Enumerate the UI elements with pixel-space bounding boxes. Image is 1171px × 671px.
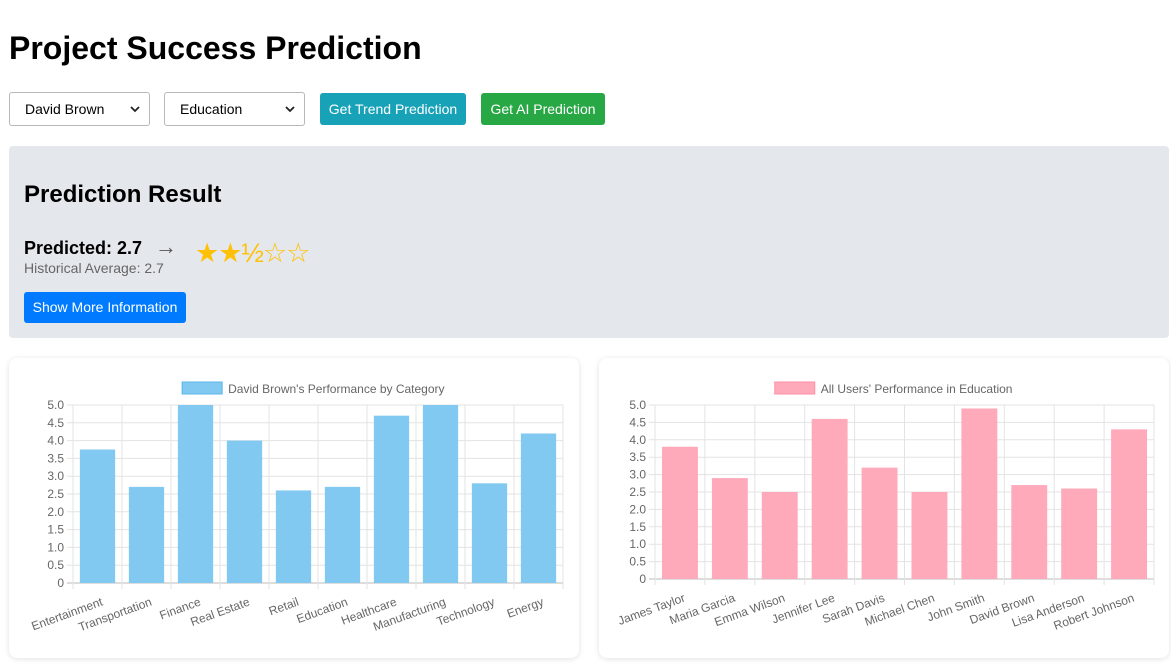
- y-tick-label: 2.5: [47, 487, 64, 501]
- chevron-down-icon: [285, 106, 295, 113]
- y-tick-label: 2.5: [629, 485, 646, 499]
- y-tick-label: 5.0: [629, 398, 646, 412]
- category-select[interactable]: Education: [164, 92, 305, 126]
- chart-bar[interactable]: [1061, 488, 1098, 579]
- y-tick-label: 4.5: [47, 416, 64, 430]
- prediction-result-heading: Prediction Result: [24, 181, 222, 208]
- chart-bar[interactable]: [226, 440, 263, 583]
- y-tick-label: 3.5: [629, 450, 646, 464]
- chart-legend-label: All Users' Performance in Education: [821, 382, 1013, 396]
- y-tick-label: 3.0: [629, 468, 646, 482]
- y-tick-label: 2.0: [629, 502, 646, 516]
- y-tick-label: 3.5: [47, 451, 64, 465]
- user-performance-chart: David Brown's Performance by Category 0 0.…: [30, 381, 564, 634]
- y-tick-label: 1.5: [629, 520, 646, 534]
- y-tick-label: 2.0: [47, 505, 64, 519]
- y-tick-label: 0.5: [47, 558, 64, 572]
- show-more-information-button[interactable]: Show More Information: [24, 292, 186, 323]
- chart-bar[interactable]: [1011, 485, 1048, 579]
- chart-bar[interactable]: [128, 486, 165, 583]
- y-tick-label: 1.0: [47, 540, 64, 554]
- chart-bar[interactable]: [373, 415, 410, 583]
- predicted-value: Predicted: 2.7: [24, 238, 143, 258]
- y-tick-label: 4.5: [629, 415, 646, 429]
- y-tick-label: 0.5: [629, 555, 646, 569]
- chart-bar[interactable]: [911, 492, 948, 579]
- category-select-value: Education: [180, 101, 243, 117]
- y-tick-label: 1.5: [47, 523, 64, 537]
- chart-bar[interactable]: [324, 486, 361, 583]
- chart-legend-swatch[interactable]: [181, 381, 223, 395]
- chart-bar[interactable]: [177, 405, 214, 583]
- y-tick-label: 1.0: [629, 537, 646, 551]
- chart-bar[interactable]: [1111, 429, 1148, 579]
- chevron-down-icon: [130, 106, 140, 113]
- historical-average: Historical Average: 2.7: [24, 260, 164, 276]
- get-trend-prediction-button[interactable]: Get Trend Prediction: [320, 93, 466, 125]
- user-performance-chart-card: David Brown's Performance by Category 0 0.…: [9, 358, 579, 658]
- chart-bar[interactable]: [811, 418, 848, 579]
- category-performance-chart: All Users' Performance in Education 0 0.5 1…: [616, 381, 1155, 633]
- user-select[interactable]: David Brown: [9, 92, 150, 126]
- trend-arrow-icon: →: [155, 234, 177, 259]
- user-select-value: David Brown: [25, 101, 105, 117]
- get-ai-prediction-button[interactable]: Get AI Prediction: [481, 93, 605, 125]
- y-tick-label: 4.0: [629, 433, 646, 447]
- chart-bar[interactable]: [422, 405, 459, 583]
- chart-legend-label: David Brown's Performance by Category: [228, 382, 444, 396]
- x-tick-label: Energy: [505, 595, 546, 621]
- y-tick-label: 0: [639, 572, 646, 586]
- y-tick-label: 3.0: [47, 469, 64, 483]
- category-performance-chart-card: All Users' Performance in Education 0 0.5 1…: [599, 358, 1169, 658]
- chart-bar[interactable]: [661, 446, 698, 579]
- prediction-result-panel: Prediction Result Predicted: 2.7 → Histo…: [9, 146, 1169, 338]
- y-tick-label: 4.0: [47, 434, 64, 448]
- chart-bar[interactable]: [275, 490, 312, 583]
- chart-bar[interactable]: [761, 492, 798, 579]
- chart-legend-swatch[interactable]: [774, 381, 816, 395]
- chart-bar[interactable]: [961, 408, 998, 579]
- chart-bar[interactable]: [711, 478, 748, 579]
- star-rating: ★★½☆☆: [195, 238, 310, 268]
- chart-bar[interactable]: [471, 483, 508, 583]
- y-tick-label: 0: [57, 576, 64, 590]
- chart-bar[interactable]: [520, 433, 557, 583]
- chart-bar[interactable]: [79, 449, 116, 584]
- page-title: Project Success Prediction: [9, 30, 422, 66]
- y-tick-label: 5.0: [47, 398, 64, 412]
- chart-bar[interactable]: [861, 467, 898, 579]
